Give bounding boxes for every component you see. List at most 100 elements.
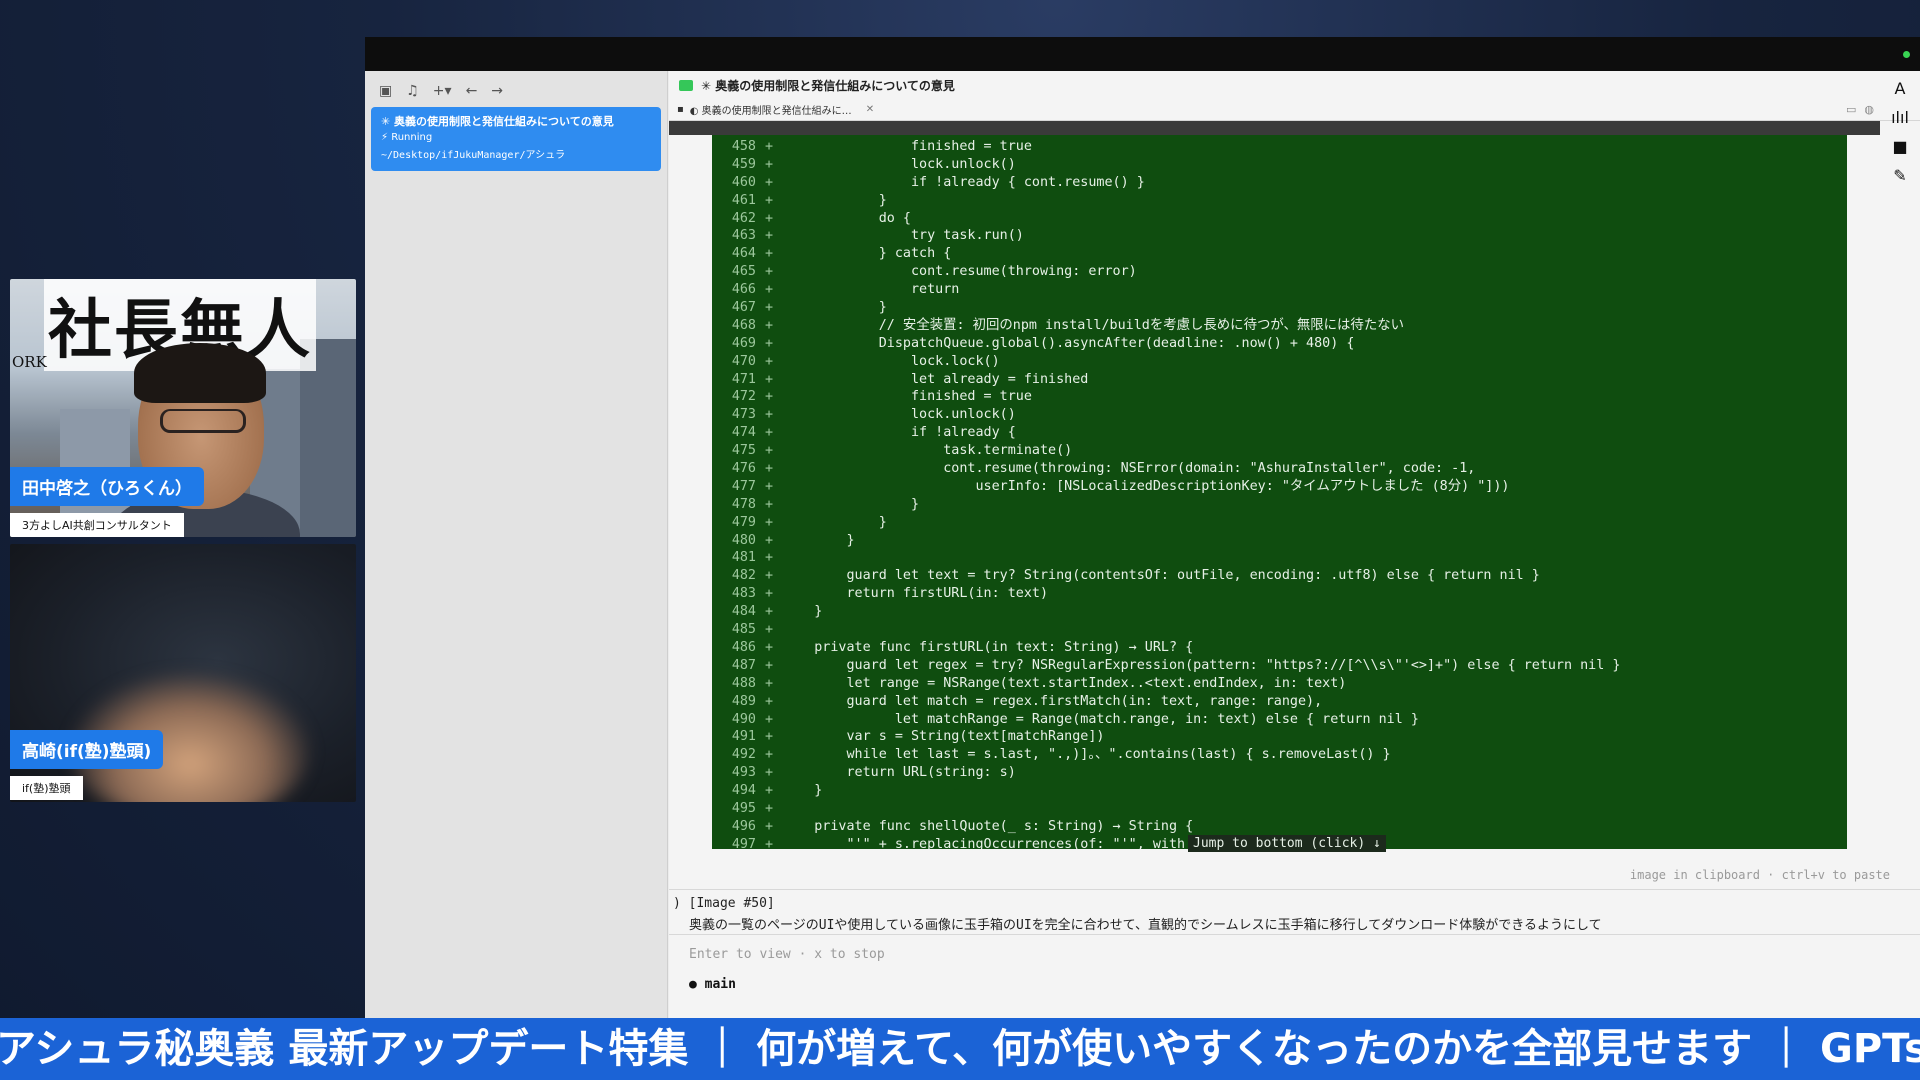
code-line: 469 + DispatchQueue.global().asyncAfter(d… (712, 335, 1847, 353)
jump-to-bottom-button[interactable]: Jump to bottom (click) ↓ (1188, 835, 1386, 852)
code-line: 489 + guard let match = regex.firstMatch(… (712, 693, 1847, 711)
line-number: 478 (731, 496, 756, 512)
code-text: if !already { cont.resume() } (782, 174, 1145, 190)
line-number: 466 (731, 282, 756, 298)
participant-role-2: if(塾)塾頭 (10, 776, 83, 800)
split-view-icon[interactable]: ▭ (1846, 103, 1856, 116)
diff-added-marker: + (764, 729, 774, 745)
diff-added-marker: + (764, 532, 774, 548)
line-number: 489 (731, 693, 756, 709)
session-status: ⚡ Running (381, 132, 433, 143)
code-line: 460 + if !already { cont.resume() } (712, 174, 1847, 192)
code-text: } (782, 192, 887, 208)
line-number: 487 (731, 657, 756, 673)
code-line: 470 + lock.lock() (712, 353, 1847, 371)
line-number: 460 (731, 174, 756, 190)
code-line: 478 + } (712, 496, 1847, 514)
code-text: guard let text = try? String(contentsOf:… (782, 568, 1540, 584)
main-header: ✳ 奥義の使用制限と発信仕組みについての意見 (669, 71, 1920, 99)
banner-side-text: ORK (12, 353, 47, 371)
line-number: 465 (731, 264, 756, 280)
code-line: 471 + let already = finished (712, 371, 1847, 389)
diff-code-panel[interactable]: 458 + finished = true 459 + lock.unlock() 46… (712, 135, 1847, 849)
diff-added-marker: + (764, 407, 774, 423)
diff-added-marker: + (764, 550, 774, 566)
code-line: 458 + finished = true (712, 138, 1847, 156)
stop-icon[interactable]: ■ (1892, 137, 1907, 156)
code-line: 485 + (712, 621, 1847, 639)
diff-added-marker: + (764, 568, 774, 584)
line-number: 476 (731, 461, 756, 477)
tab-session[interactable]: ▪ ◐ 奥義の使用制限と発信仕組みに… ✕ (677, 102, 884, 117)
code-text: finished = true (782, 389, 1032, 405)
code-line: 468 + // 安全装置: 初回のnpm install/buildを考慮し長め… (712, 317, 1847, 335)
code-line: 492 + while let last = s.last, ".,)]。、".c… (712, 746, 1847, 764)
line-number: 470 (731, 353, 756, 369)
diff-added-marker: + (764, 192, 774, 208)
code-text: do { (782, 210, 911, 226)
code-text: "'" + s.replacingOccurrences(of: "'", wi… (782, 836, 1186, 849)
participant-name-2: 高崎(if(塾)塾頭) (10, 730, 164, 769)
code-text: // 安全装置: 初回のnpm install/buildを考慮し長めに待つが、… (782, 317, 1404, 333)
code-line: 464 + } catch { (712, 245, 1847, 263)
code-line: 479 + } (712, 514, 1847, 532)
line-number: 467 (731, 300, 756, 316)
diff-added-marker: + (764, 675, 774, 691)
line-number: 485 (731, 622, 756, 638)
prompt-text: 奥義の一覧のページのUIや使用している画像に玉手箱のUIを完全に合わせて、直観的… (689, 918, 1602, 933)
diff-added-marker: + (764, 604, 774, 620)
line-number: 480 (731, 532, 756, 548)
font-icon[interactable]: A (1895, 79, 1906, 98)
bell-icon[interactable]: ♫ (406, 83, 419, 99)
globe-icon[interactable]: ◍ (1864, 103, 1874, 116)
diff-added-marker: + (764, 443, 774, 459)
diff-added-marker: + (764, 228, 774, 244)
code-line: 494 + } (712, 782, 1847, 800)
diff-added-marker: + (764, 174, 774, 190)
code-text: } (782, 514, 887, 530)
plus-icon[interactable]: +▾ (433, 83, 452, 99)
line-number: 463 (731, 228, 756, 244)
page-title: ✳ 奥義の使用制限と発信仕組みについての意見 (701, 78, 955, 93)
waveform-icon[interactable]: ılıl (1891, 108, 1909, 127)
code-text: try task.run() (782, 228, 1024, 244)
line-number: 472 (731, 389, 756, 405)
diff-added-marker: + (764, 711, 774, 727)
diff-added-marker: + (764, 586, 774, 602)
diff-added-marker: + (764, 747, 774, 763)
diff-added-marker: + (764, 425, 774, 441)
diff-added-marker: + (764, 371, 774, 387)
participant-name-1: 田中啓之（ひろくん） (10, 467, 204, 506)
app-window: ▣ ♫ +▾ ← → ✳ 奥義の使用制限と発信仕組みについての意見 ⚡ Runn… (365, 37, 1920, 1045)
code-line: 488 + let range = NSRange(text.startIndex… (712, 675, 1847, 693)
line-number: 459 (731, 156, 756, 172)
code-text: var s = String(text[matchRange]) (782, 729, 1105, 745)
code-text: } catch { (782, 246, 952, 262)
session-item[interactable]: ✳ 奥義の使用制限と発信仕組みについての意見 ⚡ Running ~/Deskt… (371, 107, 661, 171)
input-hint[interactable]: Enter to view · x to stop (689, 947, 885, 962)
pencil-icon[interactable]: ✎ (1893, 166, 1906, 185)
code-text: return firstURL(in: text) (782, 586, 1049, 602)
person-hair (134, 343, 266, 403)
code-line: 477 + userInfo: [NSLocalizedDescriptionKe… (712, 478, 1847, 496)
forward-arrow-icon[interactable]: → (491, 83, 503, 99)
close-icon[interactable]: ✕ (866, 104, 874, 115)
code-text: userInfo: [NSLocalizedDescriptionKey: "タ… (782, 478, 1510, 494)
line-number: 483 (731, 586, 756, 602)
back-arrow-icon[interactable]: ← (466, 83, 478, 99)
diff-added-marker: + (764, 514, 774, 530)
code-line: 481 + (712, 549, 1847, 567)
line-number: 464 (731, 246, 756, 262)
code-line: 462 + do { (712, 210, 1847, 228)
diff-added-marker: + (764, 622, 774, 638)
diff-added-marker: + (764, 139, 774, 154)
sidebar-toggle-icon[interactable]: ▣ (379, 83, 392, 99)
line-number: 468 (731, 317, 756, 333)
diff-added-marker: + (764, 496, 774, 512)
tab-label: ◐ 奥義の使用制限と発信仕組みに… (689, 106, 852, 117)
prompt-area[interactable]: ) [Image #50] 奥義の一覧のページのUIや使用している画像に玉手箱の… (669, 889, 1920, 935)
terminal-tab-icon: ▪ (677, 104, 684, 115)
news-ticker: アシュラ秘奥義 最新アップデート特集 ｜ 何が増えて、何が使いやすくなったのかを… (0, 1018, 1920, 1080)
line-number: 482 (731, 568, 756, 584)
code-text: return (782, 282, 960, 298)
